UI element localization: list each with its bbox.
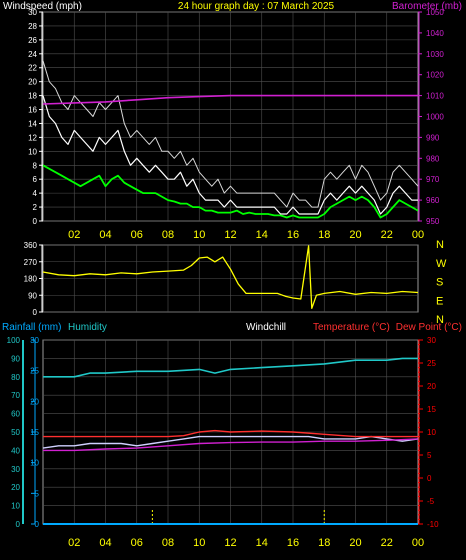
wind-y-tick-label: 28 [28,22,37,31]
wind-y-tick-label: 0 [33,217,38,226]
wind-y-tick-label: 18 [28,92,37,101]
temp-tick-label: -10 [427,520,439,529]
time-tick-label: 22 [381,229,393,241]
wind-y-tick-label: 6 [33,175,38,184]
humidity-tick-label: 100 [7,336,21,345]
temp-tick-label: 0 [427,474,432,483]
temp-tick-label: 30 [427,336,436,345]
time-tick-label: 04 [99,537,111,549]
time-tick-label: 22 [381,537,393,549]
wind-y-tick-label: 22 [28,64,37,73]
time-tick-label: 08 [162,229,174,241]
direction-y-tick-label: 180 [24,275,38,284]
compass-label: E [436,295,443,307]
time-tick-label: 12 [224,537,236,549]
time-tick-label: 16 [287,229,299,241]
direction-y-tick-label: 0 [33,308,38,317]
baro-y-tick-label: 1030 [426,50,444,59]
wind-y-tick-label: 4 [33,189,38,198]
baro-y-tick-label: 1000 [426,113,444,122]
humidity-tick-label: 50 [11,428,20,437]
weather-charts: Windspeed (mph) 24 hour graph day : 07 M… [0,0,466,555]
temp-tick-label: 25 [427,359,436,368]
time-tick-label: 00 [412,537,424,549]
baro-y-tick-label: 1010 [426,92,444,101]
time-tick-label: 06 [131,229,143,241]
humidity-tick-label: 40 [11,446,20,455]
humidity-tick-label: 80 [11,373,20,382]
wind-y-tick-label: 14 [28,119,37,128]
humidity-tick-label: 0 [16,520,21,529]
wind-y-tick-label: 8 [33,161,38,170]
wind-y-tick-label: 10 [28,147,37,156]
time-tick-label: 04 [99,229,111,241]
wind-y-tick-label: 24 [28,50,37,59]
baro-y-tick-label: 970 [426,175,440,184]
time-tick-label: 06 [131,537,143,549]
humidity-tick-label: 30 [11,465,20,474]
time-tick-label: 14 [256,537,268,549]
wind-y-tick-label: 20 [28,78,37,87]
time-tick-label: 14 [256,229,268,241]
humidity-tick-label: 90 [11,354,20,363]
compass-label: W [436,258,447,270]
temperature-axis-title: Temperature (°C) [313,322,390,333]
wind-y-tick-label: 12 [28,133,37,142]
wind-y-tick-label: 30 [28,8,37,17]
direction-y-tick-label: 90 [28,291,37,300]
time-tick-label: 10 [193,537,205,549]
time-tick-label: 16 [287,537,299,549]
time-tick-label: 10 [193,229,205,241]
temp-tick-label: 10 [427,428,436,437]
wind-axis-title: Windspeed (mph) [3,1,82,12]
compass-label: S [436,277,443,289]
time-tick-label: 18 [318,229,330,241]
time-tick-label: 18 [318,537,330,549]
direction-y-tick-label: 360 [24,241,38,250]
humidity-tick-label: 10 [11,502,20,511]
baro-y-tick-label: 1040 [426,29,444,38]
humidity-tick-label: 20 [11,483,20,492]
rainfall-axis-title: Rainfall (mm) [2,322,61,333]
humidity-tick-label: 60 [11,410,20,419]
temp-tick-label: 15 [427,405,436,414]
wind-y-tick-label: 2 [33,203,38,212]
wind-y-tick-label: 16 [28,106,37,115]
dewpoint-axis-title: Dew Point (°C) [396,322,462,333]
baro-y-tick-label: 1050 [426,8,444,17]
baro-y-tick-label: 990 [426,133,440,142]
humidity-tick-label: 70 [11,391,20,400]
chart-title: 24 hour graph day : 07 March 2025 [178,1,335,12]
compass-label: N [436,239,444,251]
weather-graph-page: Windspeed (mph) 24 hour graph day : 07 M… [0,0,466,555]
temp-tick-label: 5 [427,451,432,460]
time-tick-label: 02 [68,229,80,241]
time-tick-label: 20 [349,229,361,241]
wind-y-tick-label: 26 [28,36,37,45]
baro-y-tick-label: 950 [426,217,440,226]
windchill-axis-title: Windchill [246,322,286,333]
time-tick-label: 02 [68,537,80,549]
baro-y-tick-label: 980 [426,154,440,163]
direction-y-tick-label: 270 [24,258,38,267]
time-tick-label: 08 [162,537,174,549]
time-tick-label: 00 [412,229,424,241]
temp-tick-label: 20 [427,382,436,391]
baro-y-tick-label: 960 [426,196,440,205]
time-tick-label: 20 [349,537,361,549]
humidity-axis-title: Humidity [68,322,107,333]
baro-y-tick-label: 1020 [426,71,444,80]
time-tick-label: 12 [224,229,236,241]
temp-tick-label: -5 [427,497,435,506]
